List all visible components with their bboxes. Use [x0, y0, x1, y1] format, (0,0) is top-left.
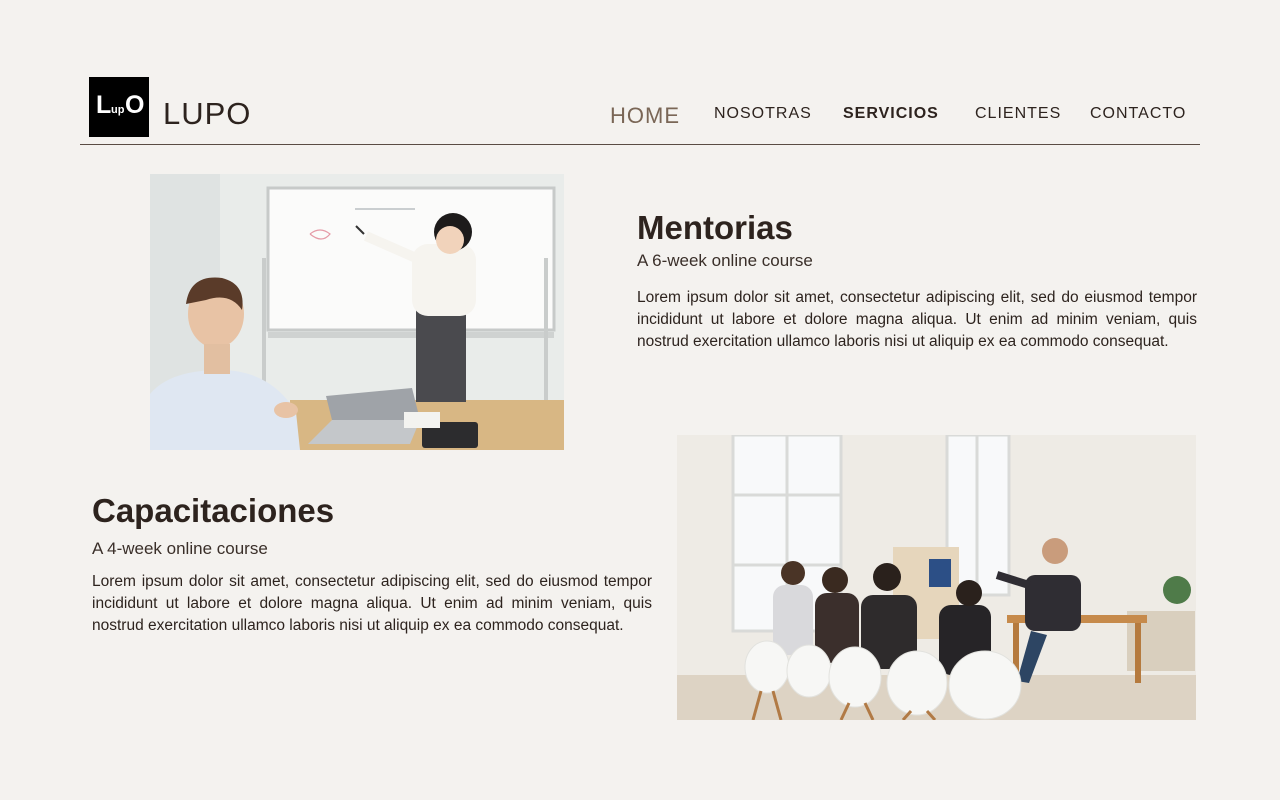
mentorias-subtitle: A 6-week online course	[637, 251, 813, 270]
nav-nosotras-link[interactable]: NOSOTRAS	[714, 106, 812, 122]
capacitaciones-subtitle: A 4-week online course	[92, 539, 268, 558]
brand-name[interactable]: LUPO	[163, 98, 251, 129]
nav-clientes-link[interactable]: CLIENTES	[975, 106, 1061, 122]
mentorias-description: Lorem ipsum dolor sit amet, consectetur …	[637, 289, 1197, 350]
logo-letters-up: up	[111, 104, 125, 116]
nav-home-link[interactable]: HOME	[610, 105, 680, 127]
header-divider	[80, 144, 1200, 145]
nav-contacto-link[interactable]: CONTACTO	[1090, 106, 1186, 122]
capacitaciones-photo	[677, 435, 1196, 720]
logo-letter-o: O	[125, 91, 145, 119]
logo[interactable]: L up O	[89, 77, 149, 137]
logo-letter-l: L	[96, 91, 112, 119]
nav-servicios-link[interactable]: SERVICIOS	[843, 106, 939, 122]
capacitaciones-title: Capacitaciones	[92, 492, 335, 529]
mentorias-photo	[150, 174, 564, 450]
capacitaciones-description: Lorem ipsum dolor sit amet, consectetur …	[92, 573, 652, 634]
page: L up O LUPO HOME NOSOTRAS SERVICIOS CLIE…	[0, 0, 1280, 800]
mentorias-title: Mentorias	[637, 209, 793, 246]
